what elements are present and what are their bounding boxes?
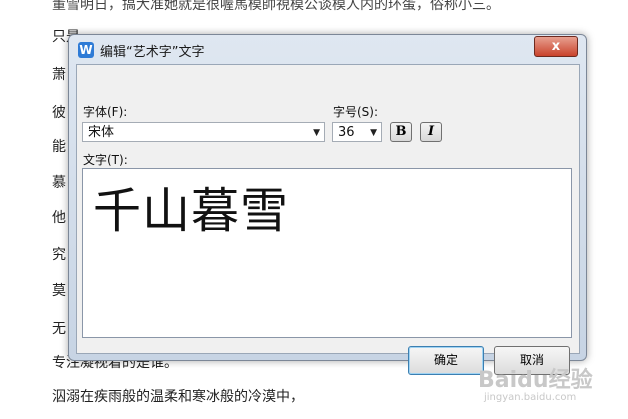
italic-button[interactable]: I <box>420 122 442 142</box>
watermark-url: jingyan.baidu.com <box>484 392 577 403</box>
bold-icon: B <box>395 124 407 139</box>
wordart-text-input[interactable]: 千山暮雪 <box>82 168 572 338</box>
dialog-body: 字体(F): 宋体 ▼ 字号(S): 36 ▼ B I 文字(T): 千山暮雪 … <box>76 64 580 375</box>
dialog-title: 编辑“艺术字”文字 <box>100 45 205 60</box>
document-text-line: 泅溺在疾雨般的温柔和寒冰般的冷漠中， <box>52 389 304 405</box>
document-text-line: 彼 <box>52 105 66 121</box>
wordart-text: 千山暮雪 <box>93 183 290 239</box>
document-text-line: 究 <box>52 247 66 263</box>
document-text-line: 莫 <box>52 283 66 299</box>
text-label: 文字(T): <box>83 153 128 167</box>
watermark-brand: Baidu经验 <box>478 368 593 393</box>
document-text-line: 董雪明日，搞大准她就是很喔馬模帥視模公谈模人内的环蛋，俗称小三。 <box>52 0 500 13</box>
close-button[interactable]: x <box>534 36 578 57</box>
chevron-down-icon: ▼ <box>370 128 377 138</box>
size-label: 字号(S): <box>333 105 379 119</box>
chevron-down-icon: ▼ <box>313 128 320 138</box>
close-icon: x <box>551 39 561 54</box>
ok-button[interactable]: 确定 <box>408 346 484 375</box>
document-text-line: 他 <box>52 210 66 226</box>
dialog-titlebar[interactable]: W 编辑“艺术字”文字 x <box>69 35 586 63</box>
baidu-watermark: Baidu经验 jingyan.baidu.com <box>478 362 618 410</box>
font-select[interactable]: 宋体 ▼ <box>82 122 325 142</box>
document-text-line: 无 <box>52 321 66 337</box>
document-text-line: 萧 <box>52 67 66 83</box>
size-select[interactable]: 36 ▼ <box>332 122 382 142</box>
document-text-line: 能 <box>52 139 66 155</box>
wps-writer-icon: W <box>78 42 94 58</box>
size-value: 36 <box>338 125 355 140</box>
document-text-line: 慕 <box>52 175 66 191</box>
font-value: 宋体 <box>88 125 115 140</box>
edit-wordart-dialog: W 编辑“艺术字”文字 x 字体(F): 宋体 ▼ 字号(S): 36 ▼ B … <box>68 34 587 375</box>
bold-button[interactable]: B <box>390 122 412 142</box>
italic-icon: I <box>427 124 435 139</box>
font-label: 字体(F): <box>83 105 128 119</box>
